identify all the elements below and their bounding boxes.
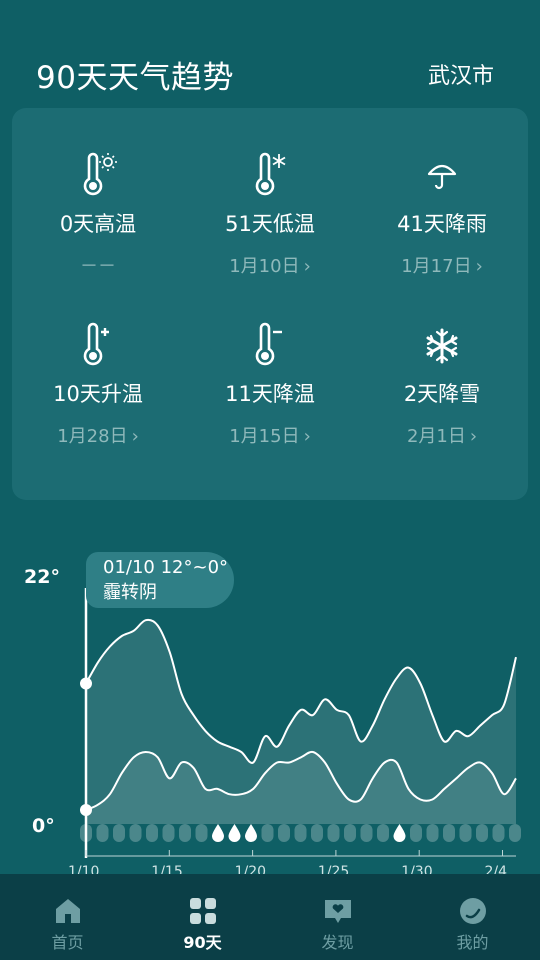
tab-label: 我的 (456, 933, 489, 952)
cloudy-icon (311, 824, 323, 842)
cloudy-icon (492, 824, 505, 842)
cloudy-icon (162, 824, 175, 842)
cloudy-icon (261, 824, 274, 842)
stat-date: 1月15日 (229, 426, 300, 447)
tab-label: 发现 (321, 933, 354, 952)
tab-label: 首页 (51, 933, 84, 952)
thermometer-up-icon (83, 322, 109, 366)
stat-low-temp[interactable]: 51天低温 1月10日 › (184, 152, 356, 278)
tooltip-weather: 霾转阴 (103, 582, 157, 603)
chevron-right-icon: › (475, 256, 483, 277)
cloudy-icon (129, 824, 142, 842)
cloudy-icon (360, 824, 373, 842)
discover-icon (324, 900, 351, 923)
chart-tooltip: 01/10 12°~0° 霾转阴 (86, 552, 234, 608)
stat-label: 11天降温 (225, 382, 315, 406)
stat-date: 1月28日 (57, 426, 128, 447)
rain-icon (212, 824, 224, 842)
umbrella-icon (427, 164, 457, 190)
stat-label: 2天降雪 (403, 382, 481, 406)
thermometer-sun-icon (83, 152, 117, 196)
tab-label: 90天 (183, 933, 222, 952)
cloudy-icon (80, 824, 92, 842)
chevron-right-icon: › (303, 426, 311, 447)
cloudy-icon (179, 824, 191, 842)
cloudy-icon (278, 824, 290, 842)
stat-label: 0天高温 (59, 212, 137, 236)
stat-date-link[interactable]: 1月10日 › (184, 252, 356, 278)
cloudy-icon (476, 824, 488, 842)
stat-date: 2月1日 (406, 426, 466, 447)
cloudy-icon (327, 824, 340, 842)
stat-date-link[interactable]: 1月28日 › (12, 422, 184, 448)
stat-date: －－ (80, 256, 116, 277)
tab-discover[interactable]: 发现 (270, 874, 405, 960)
thermometer-down-icon (255, 322, 282, 366)
rain-icon (245, 824, 257, 842)
cloudy-icon (113, 824, 125, 842)
cloudy-icon (509, 824, 521, 842)
stat-rain[interactable]: 41天降雨 1月17日 › (356, 152, 528, 278)
stats-card: 0天高温 －－ 51天低温 1月10日 › 41天降雨 1月17日 › 10天升… (12, 108, 528, 500)
cloudy-icon (294, 824, 307, 842)
stat-date-link[interactable]: 2月1日 › (356, 422, 528, 448)
city-selector[interactable]: 武汉市 (428, 58, 494, 90)
cloudy-icon (96, 824, 109, 842)
page-title: 90天天气趋势 (36, 60, 234, 96)
thermometer-snow-icon (255, 152, 286, 196)
stat-label: 10天升温 (53, 382, 143, 406)
stat-date: 1月17日 (401, 256, 472, 277)
tab-profile[interactable]: 我的 (405, 874, 540, 960)
tooltip-date-temp: 01/10 12°~0° (103, 557, 229, 578)
cloudy-icon (195, 824, 208, 842)
profile-icon (459, 898, 486, 924)
cloudy-icon (344, 824, 356, 842)
home-icon (55, 899, 80, 923)
rain-icon (393, 824, 406, 842)
header: 90天天气趋势 武汉市 (0, 0, 540, 108)
stat-cooling[interactable]: 11天降温 1月15日 › (184, 322, 356, 448)
rain-icon (228, 824, 241, 842)
stat-label: 41天降雨 (397, 212, 487, 236)
cloudy-icon (443, 824, 455, 842)
stat-snow[interactable]: 2天降雪 2月1日 › (356, 322, 528, 448)
stat-date: 1月10日 (229, 256, 300, 277)
stat-label: 51天低温 (225, 212, 315, 236)
temperature-chart[interactable] (0, 540, 540, 880)
chevron-right-icon: › (131, 426, 139, 447)
tab-90days[interactable]: 90天 (135, 874, 270, 960)
stat-warming[interactable]: 10天升温 1月28日 › (12, 322, 184, 448)
cloudy-icon (426, 824, 439, 842)
stat-date-link[interactable]: 1月17日 › (356, 252, 528, 278)
cloudy-icon (377, 824, 389, 842)
grid-icon (189, 898, 216, 924)
chevron-right-icon: › (469, 426, 478, 447)
cloudy-icon (410, 824, 422, 842)
stat-date-link[interactable]: 1月15日 › (184, 422, 356, 448)
chevron-right-icon: › (303, 256, 311, 277)
snowflake-icon (426, 328, 458, 364)
stat-high-temp: 0天高温 －－ (12, 152, 184, 278)
bottom-tab-bar: 首页 90天 发现 我的 (0, 874, 540, 960)
tab-home[interactable]: 首页 (0, 874, 135, 960)
cloudy-icon (459, 824, 472, 842)
cloudy-icon (146, 824, 158, 842)
